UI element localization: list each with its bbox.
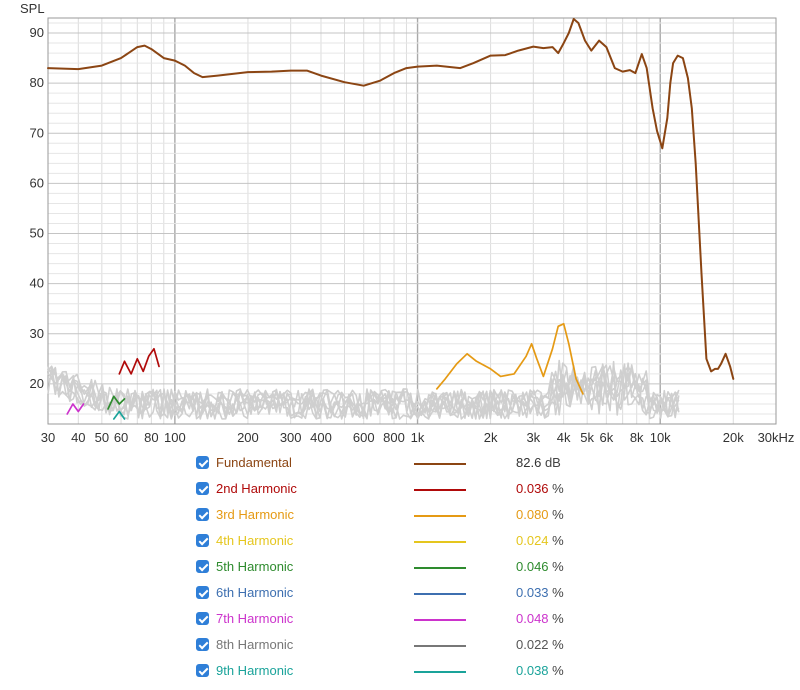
legend-value: 0.036 % xyxy=(516,481,564,496)
x-tick-label: 60 xyxy=(114,430,128,445)
y-tick-label: 70 xyxy=(30,125,44,140)
legend-swatch xyxy=(414,671,466,673)
legend-row-7th-harmonic[interactable]: 7th Harmonic 0.048 % xyxy=(196,609,616,635)
legend-swatch xyxy=(414,593,466,595)
legend-value: 0.038 % xyxy=(516,663,564,678)
legend-label: 3rd Harmonic xyxy=(216,507,295,522)
legend-value: 0.046 % xyxy=(516,559,564,574)
legend-row-9th-harmonic[interactable]: 9th Harmonic 0.038 % xyxy=(196,661,616,687)
legend-value: 82.6 dB xyxy=(516,455,561,470)
4th-harmonic-checkbox[interactable] xyxy=(196,534,209,547)
x-tick-label: 3k xyxy=(526,430,540,445)
y-axis-label: SPL xyxy=(20,1,45,16)
legend-swatch xyxy=(414,541,466,543)
legend-swatch xyxy=(414,515,466,517)
legend: Fundamental 82.6 dB 2nd Harmonic 0.036 %… xyxy=(196,453,616,687)
legend-label: 6th Harmonic xyxy=(216,585,294,600)
6th-harmonic-checkbox[interactable] xyxy=(196,586,209,599)
y-tick-label: 50 xyxy=(30,226,44,241)
2nd-harmonic-series-line xyxy=(118,347,160,375)
x-tick-label: 2k xyxy=(484,430,498,445)
legend-row-2nd-harmonic[interactable]: 2nd Harmonic 0.036 % xyxy=(196,479,616,505)
8th-harmonic-checkbox[interactable] xyxy=(196,638,209,651)
y-tick-label: 90 xyxy=(30,25,44,40)
x-tick-label: 800 xyxy=(383,430,405,445)
7th-harmonic-series-line xyxy=(66,403,85,415)
7th-harmonic-checkbox[interactable] xyxy=(196,612,209,625)
x-tick-label: 80 xyxy=(144,430,158,445)
x-tick-label: 1k xyxy=(411,430,425,445)
x-tick-label: 100 xyxy=(164,430,186,445)
x-tick-label: 30kHz xyxy=(758,430,795,445)
3rd-harmonic-checkbox[interactable] xyxy=(196,508,209,521)
frequency-response-chart: SPL 30 40 50 60 80 100 200 300 400 600 800 1k 2k 3k 4k… xyxy=(20,1,795,445)
legend-row-6th-harmonic[interactable]: 6th Harmonic 0.033 % xyxy=(196,583,616,609)
legend-swatch xyxy=(414,463,466,465)
legend-label: 4th Harmonic xyxy=(216,533,294,548)
x-tick-label: 200 xyxy=(237,430,259,445)
legend-value: 0.033 % xyxy=(516,585,564,600)
x-tick-label: 30 xyxy=(41,430,55,445)
legend-row-3rd-harmonic[interactable]: 3rd Harmonic 0.080 % xyxy=(196,505,616,531)
x-tick-label: 50 xyxy=(95,430,109,445)
x-tick-label: 6k xyxy=(600,430,614,445)
legend-row-5th-harmonic[interactable]: 5th Harmonic 0.046 % xyxy=(196,557,616,583)
y-tick-label: 20 xyxy=(30,376,44,391)
y-tick-label: 40 xyxy=(30,276,44,291)
legend-label: 7th Harmonic xyxy=(216,611,294,626)
legend-label: Fundamental xyxy=(216,455,292,470)
legend-swatch xyxy=(414,567,466,569)
legend-swatch xyxy=(414,619,466,621)
legend-label: 9th Harmonic xyxy=(216,663,294,678)
x-tick-label: 10k xyxy=(650,430,671,445)
legend-value: 0.022 % xyxy=(516,637,564,652)
x-tick-label: 5k xyxy=(580,430,594,445)
legend-value: 0.024 % xyxy=(516,533,564,548)
legend-swatch xyxy=(414,645,466,647)
x-tick-label: 600 xyxy=(353,430,375,445)
legend-value: 0.080 % xyxy=(516,507,564,522)
axis-ticks: 30 40 50 60 80 100 200 300 400 600 800 1k 2k 3k 4k 5k 6k… xyxy=(30,25,795,445)
y-tick-label: 30 xyxy=(30,326,44,341)
9th-harmonic-checkbox[interactable] xyxy=(196,664,209,677)
series-lines xyxy=(47,18,735,420)
legend-swatch xyxy=(414,489,466,491)
legend-row-fundamental[interactable]: Fundamental 82.6 dB xyxy=(196,453,616,479)
2nd-harmonic-checkbox[interactable] xyxy=(196,482,209,495)
legend-value: 0.048 % xyxy=(516,611,564,626)
x-tick-label: 4k xyxy=(557,430,571,445)
x-tick-label: 400 xyxy=(310,430,332,445)
legend-label: 5th Harmonic xyxy=(216,559,294,574)
legend-label: 8th Harmonic xyxy=(216,637,294,652)
x-tick-label: 40 xyxy=(71,430,85,445)
legend-row-8th-harmonic[interactable]: 8th Harmonic 0.022 % xyxy=(196,635,616,661)
y-tick-label: 60 xyxy=(30,175,44,190)
x-tick-label: 300 xyxy=(280,430,302,445)
x-tick-label: 20k xyxy=(723,430,744,445)
5th-harmonic-checkbox[interactable] xyxy=(196,560,209,573)
x-tick-label: 8k xyxy=(630,430,644,445)
legend-row-4th-harmonic[interactable]: 4th Harmonic 0.024 % xyxy=(196,531,616,557)
y-tick-label: 80 xyxy=(30,75,44,90)
legend-label: 2nd Harmonic xyxy=(216,481,297,496)
fundamental-checkbox[interactable] xyxy=(196,456,209,469)
